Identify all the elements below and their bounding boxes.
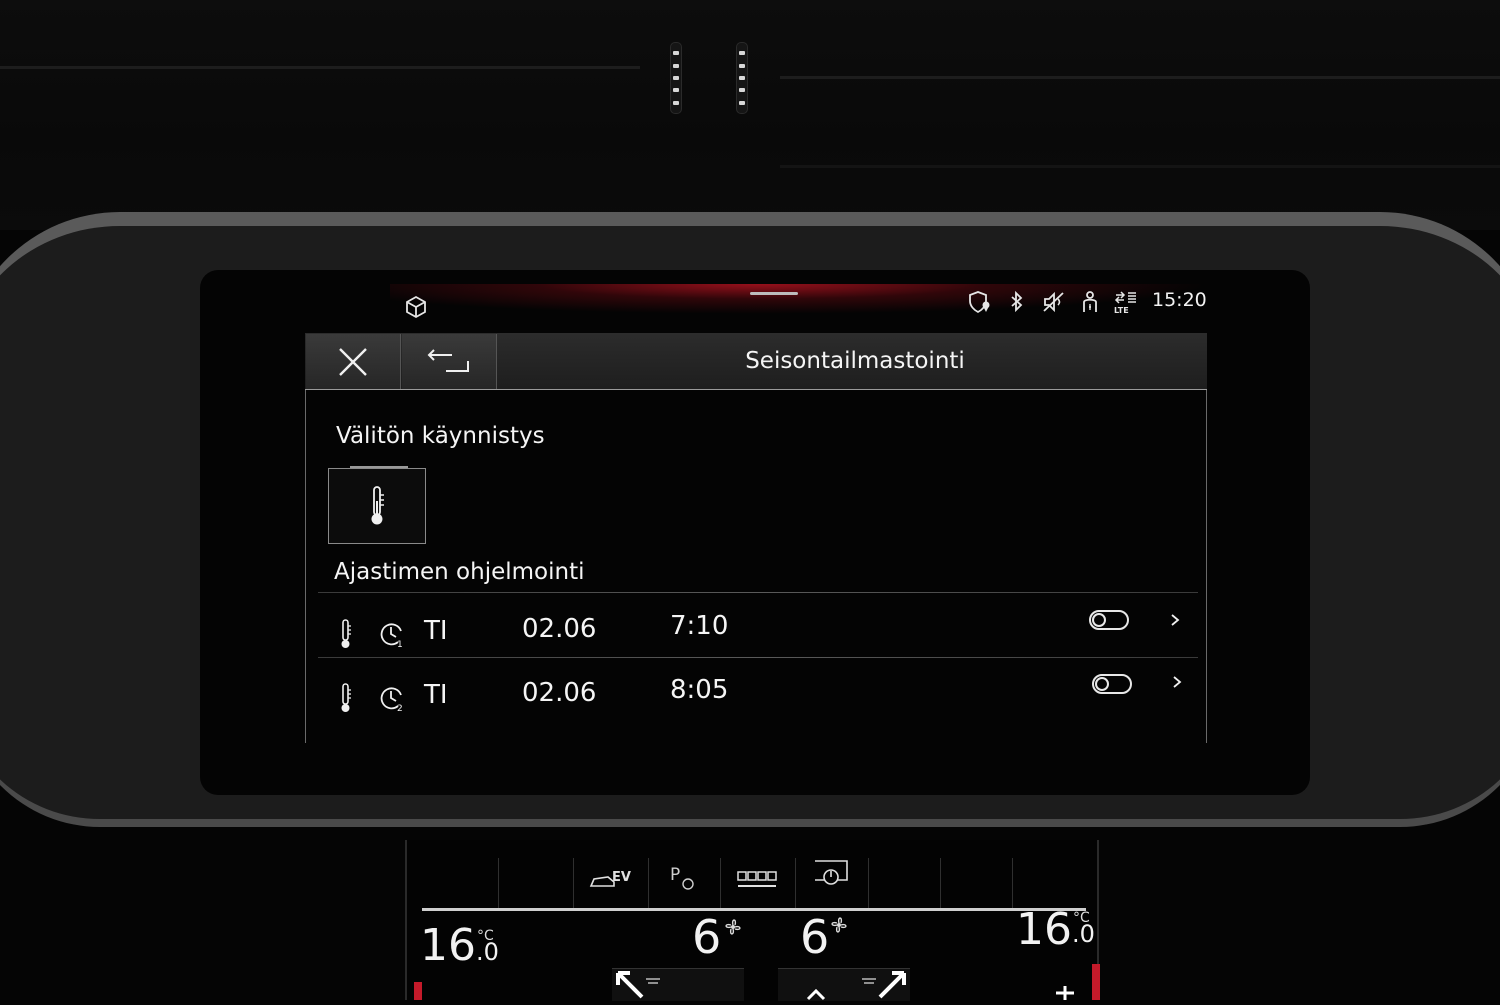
svg-text:1: 1 [397,640,403,648]
tab-power[interactable] [812,858,850,890]
back-button[interactable] [402,334,497,389]
svg-text:2: 2 [397,704,403,712]
chevron-right-icon[interactable] [1170,674,1184,690]
page-title: Seisontailmastointi [745,348,965,374]
timer-row-1[interactable]: 1 TI 02.06 7:10 [318,600,1198,662]
timer-day: TI [424,616,448,646]
right-fan-speed[interactable]: 6 [800,910,829,964]
tab-separator [940,858,941,908]
climate-panel [405,840,1099,1000]
timer-programming-heading: Ajastimen ohjelmointi [334,559,585,585]
divider [318,592,1198,593]
timer-row-2[interactable]: 2 TI 02.06 8:05 [318,664,1198,726]
left-temperature[interactable]: 16 [420,920,476,971]
tab-separator [795,858,796,908]
ambient-led-strip [670,42,682,114]
vent-line [780,165,1500,168]
pull-down-handle[interactable] [750,292,798,295]
svg-text:LTE: LTE [1114,306,1129,314]
tab-separator [498,858,499,908]
close-icon [339,347,367,376]
svg-text:EV: EV [612,870,631,885]
right-temperature[interactable]: 16 [1016,904,1072,955]
fan-icon [725,919,741,935]
car-ev-icon: EV [589,870,631,887]
instant-start-button[interactable] [328,468,426,544]
tab-separator [868,858,869,908]
ambient-led-strip [736,42,748,114]
timer-clock-icon: 2 [380,687,403,712]
thermometer-icon [341,619,351,648]
lte-icon: LTE [1114,291,1136,314]
timer-time: 8:05 [670,675,729,705]
vent-line [780,76,1500,79]
instant-start-heading: Välitön käynnistys [336,423,545,449]
chevron-right-icon[interactable] [1168,612,1182,628]
tab-separator [648,858,649,908]
tab-seat-heating[interactable] [736,868,780,890]
dashboard-top [0,0,1500,230]
tab-separator [573,858,574,908]
right-temp-decimal: .0 [1072,920,1095,948]
timer-date: 02.06 [522,614,597,644]
right-temp-indicator [1092,964,1100,1000]
parking-sensor-icon: P [670,865,694,890]
thermometer-icon [341,683,351,712]
back-arrow-icon [427,348,469,372]
toggle-knob [1095,677,1109,691]
vent-line [0,66,640,69]
airflow-arrow-icon [806,971,906,1001]
tab-separator [1012,858,1013,908]
timer-toggle[interactable] [1089,610,1129,630]
fan-icon [831,917,847,933]
left-temp-indicator [414,982,422,1000]
cube-icon[interactable] [404,295,428,319]
bluetooth-icon [1011,290,1023,313]
airflow-arrow-icon [616,971,660,999]
thermometer-icon [371,486,384,525]
timer-toggle[interactable] [1092,674,1132,694]
svg-text:P: P [670,865,680,885]
close-button[interactable] [306,334,401,389]
tab-parking[interactable]: P [668,862,702,892]
toggle-knob [1092,613,1106,627]
left-airflow-button[interactable] [612,968,744,1001]
right-airflow-button[interactable] [778,968,910,1001]
divider [318,657,1198,658]
timer-time: 7:10 [670,611,729,641]
person-seat-icon [1083,291,1097,312]
tab-separator [720,858,721,908]
tab-underline [422,908,1086,911]
timer-date: 02.06 [522,678,597,708]
left-fan-speed[interactable]: 6 [692,910,721,964]
clock: 15:20 [1152,289,1207,311]
screen-power-icon [815,860,848,885]
timer-day: TI [424,680,448,710]
speaker-muted-icon [1043,291,1064,313]
timer-clock-icon: 1 [380,623,403,648]
left-temp-decimal: .0 [476,938,499,966]
seat-grid-icon [737,871,777,887]
tab-ev[interactable]: EV [588,866,636,894]
shield-location-icon [969,291,990,314]
plus-icon[interactable] [1050,982,1080,1000]
